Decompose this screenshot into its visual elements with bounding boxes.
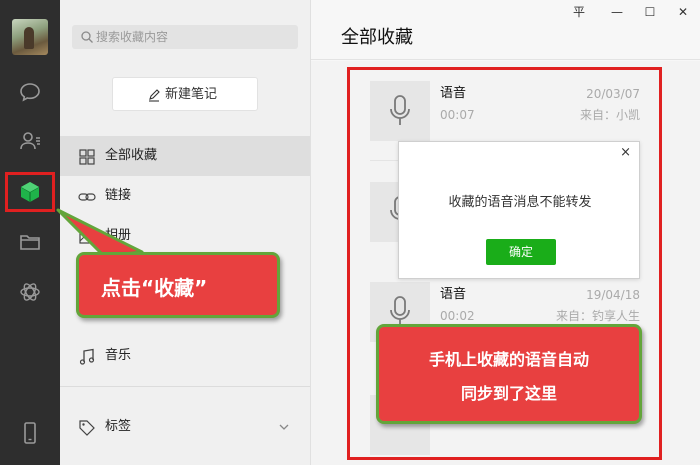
image-icon bbox=[79, 230, 95, 244]
callout-text-line1: 手机上收藏的语音自动 bbox=[428, 350, 589, 369]
sidebar-item-music[interactable]: 音乐 bbox=[60, 336, 310, 376]
pen-icon bbox=[149, 89, 160, 102]
sidebar-item-label: 相册 bbox=[105, 228, 132, 243]
search-input[interactable]: 搜索收藏内容 bbox=[72, 25, 298, 49]
contacts-icon[interactable] bbox=[18, 129, 42, 153]
sidebar-item-label: 音乐 bbox=[105, 348, 132, 363]
callout-text-line2: 同步到了这里 bbox=[460, 384, 557, 403]
chevron-down-icon[interactable] bbox=[278, 421, 290, 433]
mini-program-icon[interactable] bbox=[18, 280, 42, 304]
dialog-close-button[interactable]: × bbox=[620, 146, 631, 160]
new-note-label: 新建笔记 bbox=[165, 87, 218, 102]
sidebar-divider bbox=[60, 386, 310, 387]
page-title: 全部收藏 bbox=[341, 27, 413, 48]
forward-error-dialog: × 收藏的语音消息不能转发 确定 bbox=[398, 141, 640, 279]
search-icon bbox=[81, 31, 93, 43]
dialog-ok-button[interactable]: 确定 bbox=[486, 239, 556, 265]
sidebar-item-tags[interactable]: 标签 bbox=[60, 407, 310, 447]
favorites-icon[interactable] bbox=[18, 180, 42, 204]
minimize-button[interactable]: — bbox=[607, 4, 627, 20]
chat-icon[interactable] bbox=[18, 80, 42, 104]
avatar[interactable] bbox=[12, 19, 48, 55]
phone-icon[interactable] bbox=[18, 421, 42, 445]
callout-click-favorites: 点击“收藏” bbox=[76, 252, 280, 318]
pin-button[interactable]: 平 bbox=[569, 4, 589, 20]
grid-icon bbox=[79, 149, 95, 165]
favorites-sidebar: 搜索收藏内容 新建笔记 全部收藏 链接 相册 音乐 标签 bbox=[60, 0, 310, 465]
sidebar-item-links[interactable]: 链接 bbox=[60, 176, 310, 216]
search-placeholder: 搜索收藏内容 bbox=[96, 30, 169, 44]
callout-sync-info: 手机上收藏的语音自动 同步到了这里 bbox=[376, 324, 642, 424]
sidebar-item-all[interactable]: 全部收藏 bbox=[60, 136, 310, 176]
sidebar-item-label: 标签 bbox=[105, 419, 132, 434]
dialog-message: 收藏的语音消息不能转发 bbox=[448, 195, 592, 210]
maximize-button[interactable]: ☐ bbox=[640, 4, 660, 20]
sidebar-item-album[interactable]: 相册 bbox=[60, 216, 310, 256]
sidebar-item-label: 全部收藏 bbox=[105, 148, 158, 163]
music-icon bbox=[79, 348, 95, 365]
title-bar: 全部收藏 平 — ☐ ✕ bbox=[311, 0, 700, 60]
close-button[interactable]: ✕ bbox=[673, 4, 693, 20]
tag-icon bbox=[79, 420, 95, 436]
sidebar-item-label: 链接 bbox=[105, 188, 132, 203]
folder-icon[interactable] bbox=[18, 230, 42, 254]
link-icon bbox=[78, 193, 96, 201]
callout-text: 点击“收藏” bbox=[101, 276, 208, 300]
new-note-button[interactable]: 新建笔记 bbox=[112, 77, 258, 111]
left-rail bbox=[0, 0, 60, 465]
